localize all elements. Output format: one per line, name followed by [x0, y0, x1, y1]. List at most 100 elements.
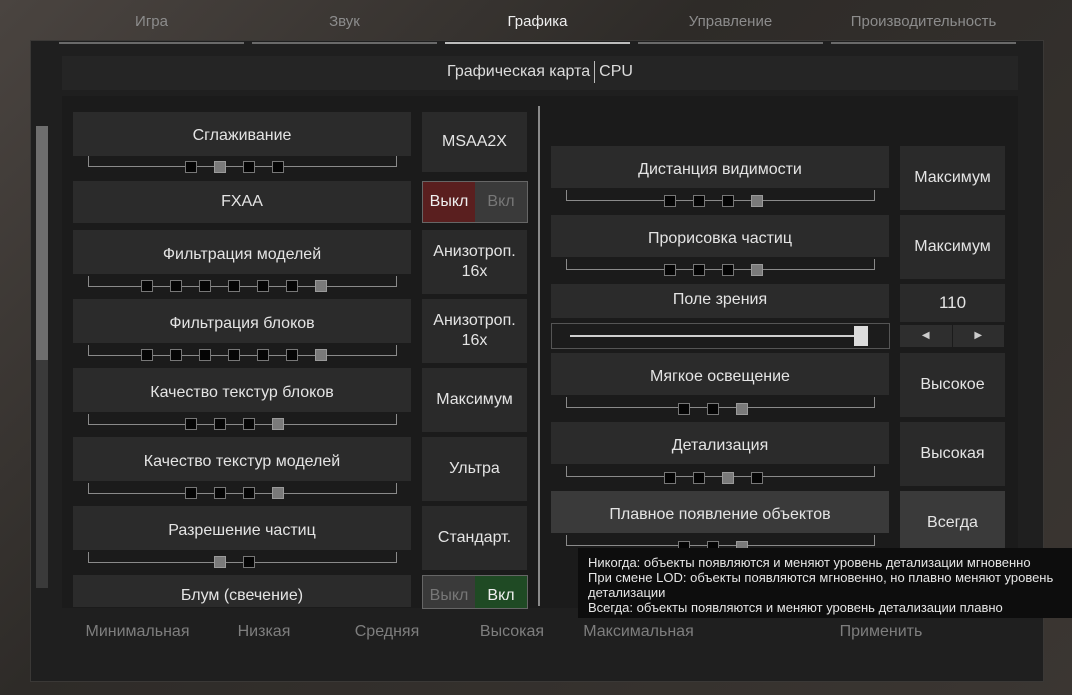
antialiasing-label[interactable]: Сглаживание [73, 112, 411, 156]
step-marker[interactable] [315, 280, 327, 292]
model-textures-steps[interactable] [185, 487, 284, 499]
step-marker[interactable] [693, 472, 705, 484]
block-textures-steps[interactable] [185, 418, 284, 430]
step-marker[interactable] [214, 487, 226, 499]
step-marker[interactable] [707, 403, 719, 415]
preset-medium-button[interactable]: Средняя [328, 612, 446, 652]
step-marker[interactable] [272, 487, 284, 499]
model-filter-value[interactable]: Анизотроп. 16x [422, 230, 527, 294]
soft-lighting-label[interactable]: Мягкое освещение [551, 353, 889, 395]
step-marker[interactable] [214, 556, 226, 568]
step-marker[interactable] [722, 264, 734, 276]
step-marker[interactable] [214, 418, 226, 430]
step-marker[interactable] [243, 487, 255, 499]
fov-label[interactable]: Поле зрения [551, 284, 889, 318]
model-filter-label[interactable]: Фильтрация моделей [73, 230, 411, 274]
soft-lighting-value[interactable]: Высокое [900, 353, 1005, 417]
view-distance-value[interactable]: Максимум [900, 146, 1005, 210]
particle-resolution-label[interactable]: Разрешение частиц [73, 506, 411, 550]
step-marker[interactable] [185, 161, 197, 173]
step-marker[interactable] [664, 472, 676, 484]
fade-in-label[interactable]: Плавное появление объектов [551, 491, 889, 533]
step-marker[interactable] [751, 195, 763, 207]
model-textures-label[interactable]: Качество текстур моделей [73, 437, 411, 481]
step-marker[interactable] [693, 264, 705, 276]
tab-sound[interactable]: Звук [252, 0, 437, 44]
view-distance-steps[interactable] [664, 195, 763, 207]
step-marker[interactable] [664, 264, 676, 276]
fov-slider-knob[interactable] [854, 326, 868, 346]
soft-lighting-steps[interactable] [678, 403, 748, 415]
step-marker[interactable] [693, 195, 705, 207]
step-marker[interactable] [228, 280, 240, 292]
step-marker[interactable] [199, 349, 211, 361]
step-marker[interactable] [257, 349, 269, 361]
block-filter-label[interactable]: Фильтрация блоков [73, 299, 411, 343]
tab-performance[interactable]: Производительность [831, 0, 1016, 44]
fxaa-on-option[interactable]: Вкл [475, 182, 527, 222]
particle-resolution-steps[interactable] [214, 556, 255, 568]
step-marker[interactable] [243, 556, 255, 568]
fxaa-label[interactable]: FXAA [73, 181, 411, 223]
bloom-label[interactable]: Блум (свечение) [73, 575, 411, 607]
particle-drawing-value[interactable]: Максимум [900, 215, 1005, 279]
step-marker[interactable] [257, 280, 269, 292]
block-textures-label[interactable]: Качество текстур блоков [73, 368, 411, 412]
step-marker[interactable] [228, 349, 240, 361]
step-marker[interactable] [664, 195, 676, 207]
subtab-cpu[interactable]: CPU [599, 63, 633, 80]
step-marker[interactable] [722, 195, 734, 207]
step-marker[interactable] [286, 349, 298, 361]
step-marker[interactable] [185, 487, 197, 499]
bloom-off-option[interactable]: Выкл [423, 576, 475, 608]
step-marker[interactable] [141, 349, 153, 361]
preset-max-button[interactable]: Максимальная [576, 612, 701, 652]
preset-high-button[interactable]: Высокая [453, 612, 571, 652]
antialiasing-value[interactable]: MSAA2X [422, 112, 527, 172]
scrollbar-thumb[interactable] [36, 126, 48, 360]
detail-label[interactable]: Детализация [551, 422, 889, 464]
fade-in-value[interactable]: Всегда [900, 491, 1005, 555]
step-marker[interactable] [243, 418, 255, 430]
detail-value[interactable]: Высокая [900, 422, 1005, 486]
step-marker[interactable] [286, 280, 298, 292]
block-textures-value[interactable]: Максимум [422, 368, 527, 432]
preset-minimal-button[interactable]: Минимальная [75, 612, 200, 652]
model-textures-value[interactable]: Ультра [422, 437, 527, 501]
step-marker[interactable] [141, 280, 153, 292]
tab-graphics[interactable]: Графика [445, 0, 630, 44]
fov-slider[interactable] [551, 323, 890, 349]
step-marker[interactable] [678, 403, 690, 415]
view-distance-label[interactable]: Дистанция видимости [551, 146, 889, 188]
step-marker[interactable] [214, 161, 226, 173]
step-marker[interactable] [722, 472, 734, 484]
step-marker[interactable] [751, 472, 763, 484]
step-marker[interactable] [315, 349, 327, 361]
tab-game[interactable]: Игра [59, 0, 244, 44]
subtab-gpu[interactable]: Графическая карта [447, 63, 590, 80]
step-marker[interactable] [185, 418, 197, 430]
particle-drawing-steps[interactable] [664, 264, 763, 276]
detail-steps[interactable] [664, 472, 763, 484]
antialiasing-steps[interactable] [185, 161, 284, 173]
step-marker[interactable] [170, 349, 182, 361]
fxaa-toggle[interactable]: Выкл Вкл [422, 181, 528, 223]
bloom-on-option[interactable]: Вкл [475, 576, 527, 608]
block-filter-steps[interactable] [141, 349, 327, 361]
block-filter-value[interactable]: Анизотроп. 16x [422, 299, 527, 363]
preset-low-button[interactable]: Низкая [205, 612, 323, 652]
bloom-toggle[interactable]: Выкл Вкл [422, 575, 528, 609]
model-filter-steps[interactable] [141, 280, 327, 292]
step-marker[interactable] [751, 264, 763, 276]
apply-button[interactable]: Применить [750, 612, 1012, 652]
step-marker[interactable] [170, 280, 182, 292]
particle-drawing-label[interactable]: Прорисовка частиц [551, 215, 889, 257]
step-marker[interactable] [736, 403, 748, 415]
fxaa-off-option[interactable]: Выкл [423, 182, 475, 222]
scrollbar[interactable] [36, 126, 48, 588]
particle-resolution-value[interactable]: Стандарт. [422, 506, 527, 570]
fov-decrease-icon[interactable]: ◀ [900, 325, 952, 347]
step-marker[interactable] [272, 161, 284, 173]
step-marker[interactable] [272, 418, 284, 430]
step-marker[interactable] [199, 280, 211, 292]
